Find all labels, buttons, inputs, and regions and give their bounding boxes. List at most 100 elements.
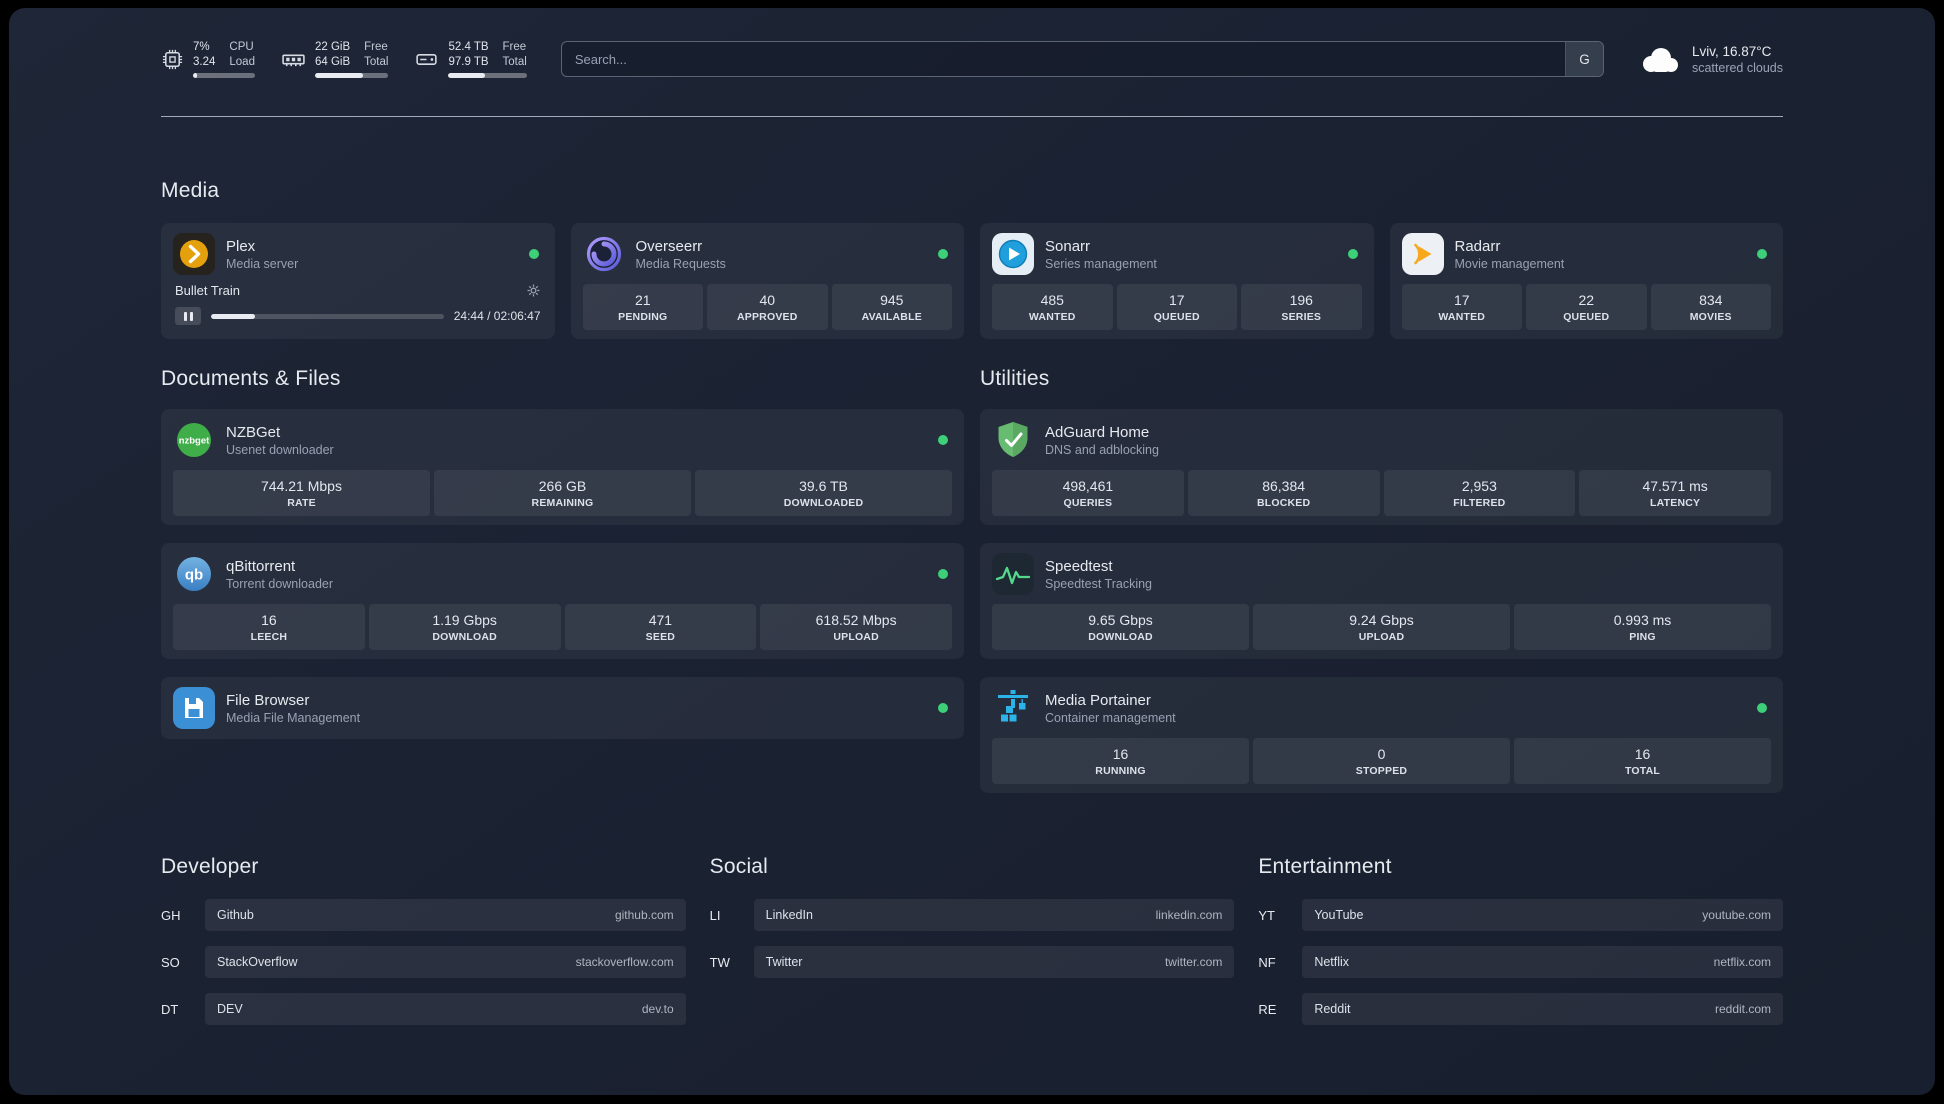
card-header: nzbget NZBGet Usenet downloader — [173, 418, 952, 462]
stat-label: UPLOAD — [1358, 631, 1405, 643]
bookmark-link-reddit[interactable]: Reddit reddit.com — [1302, 993, 1783, 1025]
card-header: Speedtest Speedtest Tracking — [992, 552, 1771, 596]
svg-text:nzbget: nzbget — [179, 436, 210, 447]
stat-value: 9.65 Gbps — [1088, 612, 1153, 628]
section-title-developer: Developer — [161, 855, 259, 878]
gear-icon[interactable] — [526, 283, 541, 298]
stat-value: 1.19 Gbps — [432, 612, 497, 628]
bookmark-url: stackoverflow.com — [575, 955, 674, 969]
bookmark-row-twitter: TW Twitter twitter.com — [710, 946, 1235, 978]
service-subtitle: Media server — [226, 256, 299, 271]
stat-value: 618.52 Mbps — [815, 612, 897, 628]
memory-total-value: 64 GiB — [314, 55, 351, 68]
bookmark-link-netflix[interactable]: Netflix netflix.com — [1302, 946, 1783, 978]
bookmark-link-dev[interactable]: DEV dev.to — [205, 993, 686, 1025]
section-title-media: Media — [161, 179, 220, 202]
service-name: File Browser — [226, 691, 310, 709]
stat-value: 21 — [634, 292, 651, 308]
service-card-sonarr[interactable]: Sonarr Series management 485 WANTED 17 Q… — [980, 223, 1374, 339]
stats-row: 9.65 Gbps DOWNLOAD 9.24 Gbps UPLOAD 0.99… — [992, 604, 1771, 650]
disk-readout: 52.4 TB 97.9 TB Free Total — [448, 40, 527, 79]
service-name: AdGuard Home — [1045, 423, 1150, 441]
stat-box: 1.19 Gbps DOWNLOAD — [368, 604, 561, 650]
stat-label: STOPPED — [1355, 765, 1408, 777]
bookmark-link-github[interactable]: Github github.com — [205, 899, 686, 931]
service-card-qbittorrent[interactable]: qb qBittorrent Torrent downloader 16 LEE… — [161, 543, 964, 659]
search-provider-button[interactable]: G — [1564, 42, 1603, 76]
status-dot — [1347, 249, 1358, 259]
stat-label: APPROVED — [736, 311, 798, 323]
service-card-radarr[interactable]: Radarr Movie management 17 WANTED 22 QUE… — [1389, 223, 1783, 339]
section-title-social: Social — [709, 855, 769, 878]
status-dot — [938, 703, 948, 713]
stat-value: 47.571 ms — [1642, 478, 1708, 494]
card-header: Overseerr Media Requests — [583, 232, 953, 276]
dashboard-content: 7% 3.24 CPU Load 22 GiB 64 GiB Free Tota… — [9, 8, 1935, 1040]
speedtest-icon — [992, 553, 1034, 595]
stat-label: LATENCY — [1650, 497, 1701, 509]
card-header: File Browser Media File Management — [173, 686, 952, 730]
bookmark-abbr: LI — [709, 907, 721, 923]
service-subtitle: Container management — [1045, 710, 1176, 725]
bookmark-link-twitter[interactable]: Twitter twitter.com — [753, 946, 1235, 978]
status-dot — [938, 435, 948, 445]
bookmark-url: linkedin.com — [1155, 908, 1223, 922]
bookmark-name: Reddit — [1314, 1002, 1351, 1016]
stat-label: SERIES — [1281, 311, 1322, 323]
service-card-speedtest[interactable]: Speedtest Speedtest Tracking 9.65 Gbps D… — [980, 543, 1783, 659]
weather-widget: Lviv, 16.87°C scattered clouds — [1638, 44, 1783, 75]
stat-box: 485 WANTED — [992, 284, 1113, 330]
status-dot — [528, 249, 539, 259]
stat-box: 9.65 Gbps DOWNLOAD — [992, 604, 1249, 650]
stat-box: 47.571 ms LATENCY — [1579, 470, 1771, 516]
service-card-adguard[interactable]: AdGuard Home DNS and adblocking 498,461 … — [980, 409, 1783, 525]
service-subtitle: Media File Management — [226, 710, 361, 725]
service-card-portainer[interactable]: Media Portainer Container management 16 … — [980, 677, 1783, 793]
service-card-plex[interactable]: Plex Media server Bullet Train 24:44 / 0… — [161, 223, 555, 339]
service-name: NZBGet — [226, 423, 281, 441]
bookmark-group-entertainment: Entertainment YT YouTube youtube.com NF … — [1258, 855, 1783, 1040]
radarr-icon — [1401, 233, 1444, 275]
bookmark-name: YouTube — [1314, 908, 1364, 922]
stat-label: MOVIES — [1689, 311, 1732, 323]
disk-widget: 52.4 TB 97.9 TB Free Total — [414, 40, 527, 79]
service-card-nzbget[interactable]: nzbget NZBGet Usenet downloader 744.21 M… — [161, 409, 964, 525]
pause-button[interactable] — [175, 307, 201, 325]
stat-value: 945 — [880, 292, 904, 308]
filebrowser-icon — [173, 687, 215, 729]
middle-columns: Documents & Files nzbget NZBGet Usenet d… — [161, 367, 1783, 793]
stat-label: LEECH — [250, 631, 288, 643]
now-playing-row: Bullet Train — [173, 283, 543, 298]
search-bar: G — [560, 41, 1604, 77]
stat-label: QUEUED — [1563, 311, 1610, 323]
status-dot — [938, 249, 948, 259]
service-card-overseerr[interactable]: Overseerr Media Requests 21 PENDING 40 A… — [570, 223, 964, 339]
adguard-icon — [992, 419, 1034, 461]
service-name: Media Portainer — [1045, 691, 1151, 709]
search-input[interactable] — [561, 42, 1565, 76]
bookmark-name: Twitter — [765, 955, 803, 969]
service-name: Overseerr — [635, 237, 703, 255]
memory-label-bottom: Total — [364, 55, 389, 68]
stats-row: 16 LEECH 1.19 Gbps DOWNLOAD 471 SEED 618… — [173, 604, 952, 650]
memory-free-value: 22 GiB — [314, 40, 351, 53]
playback-progress-bar[interactable] — [211, 313, 444, 319]
stats-row: 485 WANTED 17 QUEUED 196 SERIES — [992, 284, 1362, 330]
bookmark-link-youtube[interactable]: YouTube youtube.com — [1302, 899, 1783, 931]
stat-box: 744.21 Mbps RATE — [173, 470, 430, 516]
stat-value: 16 — [1112, 746, 1129, 762]
bookmark-url: youtube.com — [1702, 908, 1771, 922]
card-header: Media Portainer Container management — [992, 686, 1771, 730]
service-subtitle: Torrent downloader — [226, 576, 334, 591]
topbar-divider — [161, 116, 1783, 117]
stat-box: 834 MOVIES — [1650, 284, 1771, 330]
stat-label: SEED — [645, 631, 676, 643]
utilities-card-stack: AdGuard Home DNS and adblocking 498,461 … — [980, 409, 1783, 793]
status-dot — [1757, 249, 1767, 259]
bookmark-link-linkedin[interactable]: LinkedIn linkedin.com — [753, 899, 1235, 931]
stat-value: 17 — [1168, 292, 1185, 308]
bookmark-abbr: SO — [161, 954, 180, 970]
section-utilities: Utilities AdGuard Home DNS and adblockin… — [980, 367, 1783, 793]
service-card-filebrowser[interactable]: File Browser Media File Management — [161, 677, 964, 739]
bookmark-link-stackoverflow[interactable]: StackOverflow stackoverflow.com — [205, 946, 686, 978]
